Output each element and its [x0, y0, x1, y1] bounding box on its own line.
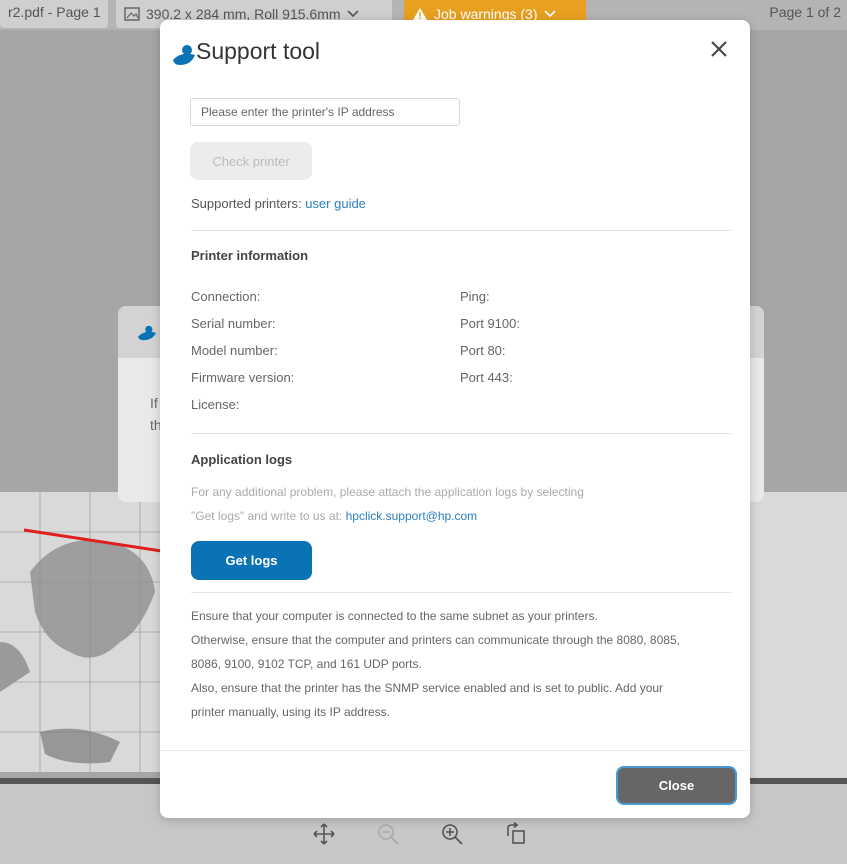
ping-label: Ping:	[460, 289, 490, 304]
image-icon	[124, 7, 140, 21]
preview-sheet-edge	[750, 492, 847, 780]
app-logo-icon	[138, 325, 156, 341]
pan-button[interactable]	[310, 820, 338, 848]
user-guide-link[interactable]: user guide	[305, 196, 366, 211]
port-9100-label: Port 9100:	[460, 316, 520, 331]
application-logs-title: Application logs	[191, 452, 293, 467]
divider	[191, 592, 731, 593]
model-number-label: Model number:	[191, 343, 278, 358]
file-tab[interactable]: r2.pdf - Page 1	[0, 0, 108, 28]
move-icon	[313, 823, 335, 845]
zoom-out-button[interactable]	[374, 820, 402, 848]
printer-information-title: Printer information	[191, 248, 309, 263]
close-button[interactable]: Close	[616, 766, 737, 805]
chevron-down-icon	[543, 10, 556, 18]
supported-printers-label: Supported printers:	[191, 196, 302, 211]
divider	[191, 230, 731, 231]
port-443-label: Port 443:	[460, 370, 513, 385]
support-email-link[interactable]: hpclick.support@hp.com	[346, 509, 478, 523]
supported-printers: Supported printers: user guide	[191, 196, 366, 211]
note-line: Ensure that your computer is connected t…	[191, 609, 598, 623]
annotation-arrow-icon	[23, 528, 178, 560]
note-line: 8086, 9100, 9102 TCP, and 161 UDP ports.	[191, 657, 422, 671]
dialog-title: Support tool	[196, 38, 321, 64]
firmware-version-label: Firmware version:	[191, 370, 295, 385]
license-label: License:	[191, 397, 240, 412]
get-logs-button[interactable]: Get logs	[191, 541, 312, 580]
zoom-in-button[interactable]	[438, 820, 466, 848]
page-count: Page 1 of 2	[769, 4, 841, 20]
serial-number-label: Serial number:	[191, 316, 276, 331]
zoom-out-icon	[378, 824, 399, 845]
dialog-header: Support tool	[160, 20, 750, 82]
port-80-label: Port 80:	[460, 343, 506, 358]
zoom-in-icon	[442, 824, 463, 845]
note-line: Also, ensure that the printer has the SN…	[191, 681, 664, 695]
support-tool-dialog: Support tool Check printer Supported pri…	[160, 20, 750, 818]
footer-divider	[160, 750, 750, 751]
divider	[191, 433, 731, 434]
check-printer-button[interactable]: Check printer	[190, 142, 312, 180]
rotate-button[interactable]	[502, 820, 530, 848]
rotate-icon	[507, 822, 525, 844]
close-icon[interactable]	[708, 38, 730, 60]
application-logs-description: For any additional problem, please attac…	[191, 485, 584, 523]
printer-ip-input[interactable]	[190, 98, 460, 126]
app-logo-icon	[173, 45, 195, 65]
connection-label: Connection:	[191, 289, 261, 304]
chevron-down-icon	[346, 10, 359, 18]
view-tools	[310, 820, 530, 848]
note-line: Otherwise, ensure that the computer and …	[191, 633, 680, 647]
file-tab-label: r2.pdf - Page 1	[8, 4, 101, 20]
note-line: printer manually, using its IP address.	[191, 705, 390, 719]
warning-icon	[413, 8, 427, 20]
connectivity-notes: Ensure that your computer is connected t…	[191, 604, 731, 724]
